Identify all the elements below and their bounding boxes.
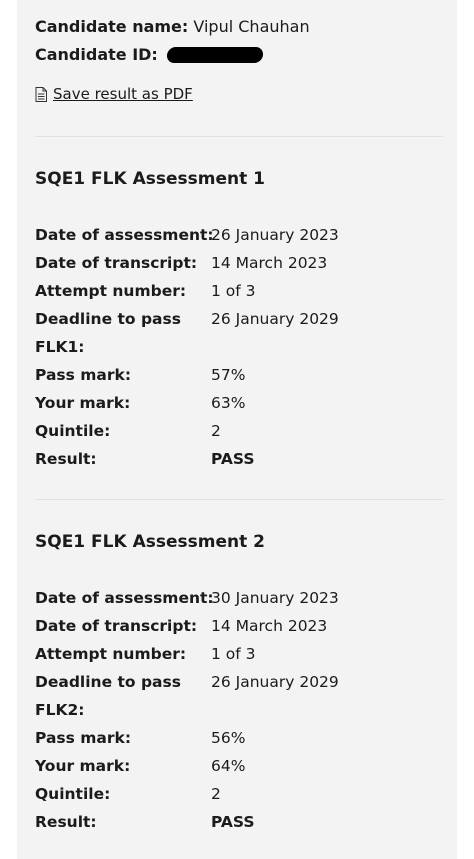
quintile-value: 2 <box>211 785 221 803</box>
save-pdf-label[interactable]: Save result as PDF <box>53 84 193 104</box>
date-of-assessment-value: 30 January 2023 <box>211 589 339 607</box>
pass-mark-value: 56% <box>211 729 246 747</box>
divider <box>35 499 443 500</box>
attempt-number-label: Attempt number: <box>35 645 187 663</box>
result-label: Result: <box>35 813 97 831</box>
result-value: PASS <box>211 450 255 468</box>
your-mark-label: Your mark: <box>35 757 131 775</box>
candidate-name-label: Candidate name: <box>35 17 189 36</box>
redacted-candidate-id <box>166 47 264 63</box>
result-value: PASS <box>211 813 255 831</box>
quintile-label: Quintile: <box>35 785 111 803</box>
deadline-label-continued: FLK2: <box>35 701 85 719</box>
pass-mark-label: Pass mark: <box>35 729 132 747</box>
divider <box>35 136 443 137</box>
your-mark-value: 63% <box>211 394 246 412</box>
attempt-number-value: 1 of 3 <box>211 282 256 300</box>
deadline-label: Deadline to pass <box>35 673 181 691</box>
deadline-label-continued: FLK1: <box>35 338 85 356</box>
attempt-number-label: Attempt number: <box>35 282 187 300</box>
candidate-name-value: Vipul Chauhan <box>193 17 310 36</box>
pass-mark-value: 57% <box>211 366 246 384</box>
assessment-1-title: SQE1 FLK Assessment 1 <box>35 169 265 189</box>
deadline-value: 26 January 2029 <box>211 673 339 691</box>
date-of-transcript-value: 14 March 2023 <box>211 617 328 635</box>
your-mark-value: 64% <box>211 757 246 775</box>
quintile-value: 2 <box>211 422 221 440</box>
candidate-id-row: Candidate ID: <box>35 45 264 65</box>
date-of-assessment-label: Date of assessment: <box>35 589 214 607</box>
deadline-label: Deadline to pass <box>35 310 181 328</box>
quintile-label: Quintile: <box>35 422 111 440</box>
document-icon <box>35 86 47 102</box>
date-of-transcript-label: Date of transcript: <box>35 254 198 272</box>
date-of-transcript-label: Date of transcript: <box>35 617 198 635</box>
assessment-2-title: SQE1 FLK Assessment 2 <box>35 532 265 552</box>
your-mark-label: Your mark: <box>35 394 131 412</box>
date-of-assessment-label: Date of assessment: <box>35 226 214 244</box>
date-of-assessment-value: 26 January 2023 <box>211 226 339 244</box>
save-pdf-link[interactable]: Save result as PDF <box>35 84 193 104</box>
deadline-value: 26 January 2029 <box>211 310 339 328</box>
attempt-number-value: 1 of 3 <box>211 645 256 663</box>
date-of-transcript-value: 14 March 2023 <box>211 254 328 272</box>
candidate-id-label: Candidate ID: <box>35 45 158 64</box>
result-label: Result: <box>35 450 97 468</box>
candidate-name-row: Candidate name: Vipul Chauhan <box>35 17 310 37</box>
pass-mark-label: Pass mark: <box>35 366 132 384</box>
